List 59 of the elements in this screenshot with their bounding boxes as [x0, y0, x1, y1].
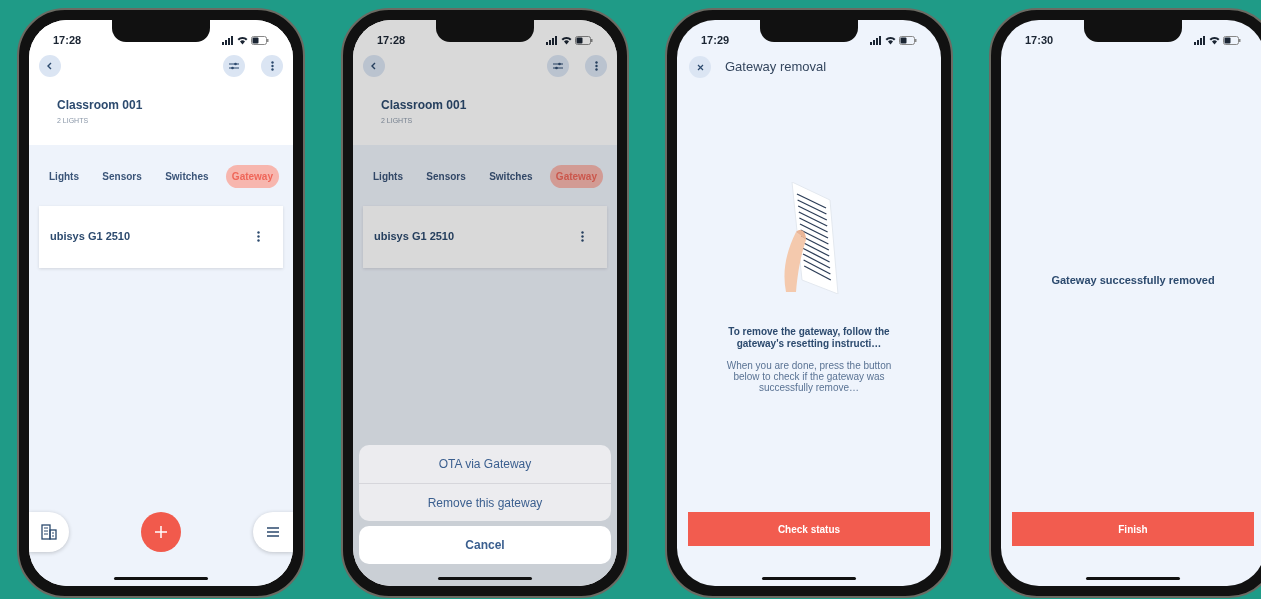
device-card[interactable]: ubisys G1 2510 — [39, 205, 283, 268]
menu-button[interactable] — [253, 512, 293, 552]
wifi-icon — [561, 35, 572, 45]
success-message: Gateway successfully removed — [1050, 273, 1216, 288]
filter-button[interactable] — [223, 55, 245, 77]
device-name: ubisys G1 2510 — [50, 229, 132, 245]
action-sheet-item[interactable]: Remove this gateway — [359, 483, 611, 521]
tab[interactable]: Lights — [43, 164, 85, 188]
add-button[interactable] — [141, 512, 181, 552]
wifi-icon — [1209, 35, 1220, 45]
status-time: 17:30 — [1025, 32, 1055, 48]
check-status-button[interactable]: Check status — [688, 512, 930, 546]
status-time: 17:28 — [377, 32, 407, 48]
tab[interactable]: Lights — [367, 164, 409, 188]
chevron-left-icon — [370, 62, 378, 70]
status-time: 17:28 — [53, 32, 83, 48]
more-icon — [270, 61, 274, 71]
more-icon[interactable] — [257, 231, 260, 242]
room-title: Classroom 001 — [381, 97, 468, 114]
buildings-button[interactable] — [29, 512, 69, 552]
signal-icon — [1194, 35, 1206, 45]
signal-icon — [870, 35, 882, 45]
room-title: Classroom 001 — [57, 97, 144, 114]
more-button[interactable] — [585, 55, 607, 77]
wifi-icon — [237, 35, 248, 45]
cancel-button[interactable]: Cancel — [359, 526, 611, 564]
plus-icon — [154, 525, 168, 539]
tab[interactable]: Sensors — [420, 164, 472, 188]
battery-icon — [251, 35, 269, 45]
instruction-heading: To remove the gateway, follow the gateway's resetting instructi… — [727, 326, 891, 350]
more-icon — [594, 61, 598, 71]
screen-title: Gateway removal — [725, 58, 827, 77]
battery-icon — [575, 35, 593, 45]
chevron-left-icon — [46, 62, 54, 70]
menu-icon — [266, 527, 280, 537]
action-sheet-item[interactable]: OTA via Gateway — [359, 445, 611, 483]
battery-icon — [899, 35, 917, 45]
status-time: 17:29 — [701, 32, 731, 48]
signal-icon — [222, 35, 234, 45]
wifi-icon — [885, 35, 896, 45]
buildings-icon — [41, 524, 57, 540]
signal-icon — [546, 35, 558, 45]
filter-button[interactable] — [547, 55, 569, 77]
sliders-icon — [229, 62, 239, 70]
finish-button[interactable]: Finish — [1012, 512, 1254, 546]
more-icon[interactable] — [581, 231, 584, 242]
tab[interactable]: Switches — [483, 164, 539, 188]
close-icon — [696, 63, 704, 71]
device-card[interactable]: ubisys G1 2510 — [363, 205, 607, 268]
sliders-icon — [553, 62, 563, 70]
instruction-text: When you are done, press the button below to check if the gateway was successfully remove… — [725, 360, 893, 393]
device-name: ubisys G1 2510 — [374, 229, 456, 245]
back-button[interactable] — [363, 55, 385, 77]
tab[interactable]: Sensors — [96, 164, 148, 188]
back-button[interactable] — [39, 55, 61, 77]
battery-icon — [1223, 35, 1241, 45]
close-button[interactable] — [689, 56, 711, 78]
tab[interactable]: Switches — [159, 164, 215, 188]
more-button[interactable] — [261, 55, 283, 77]
